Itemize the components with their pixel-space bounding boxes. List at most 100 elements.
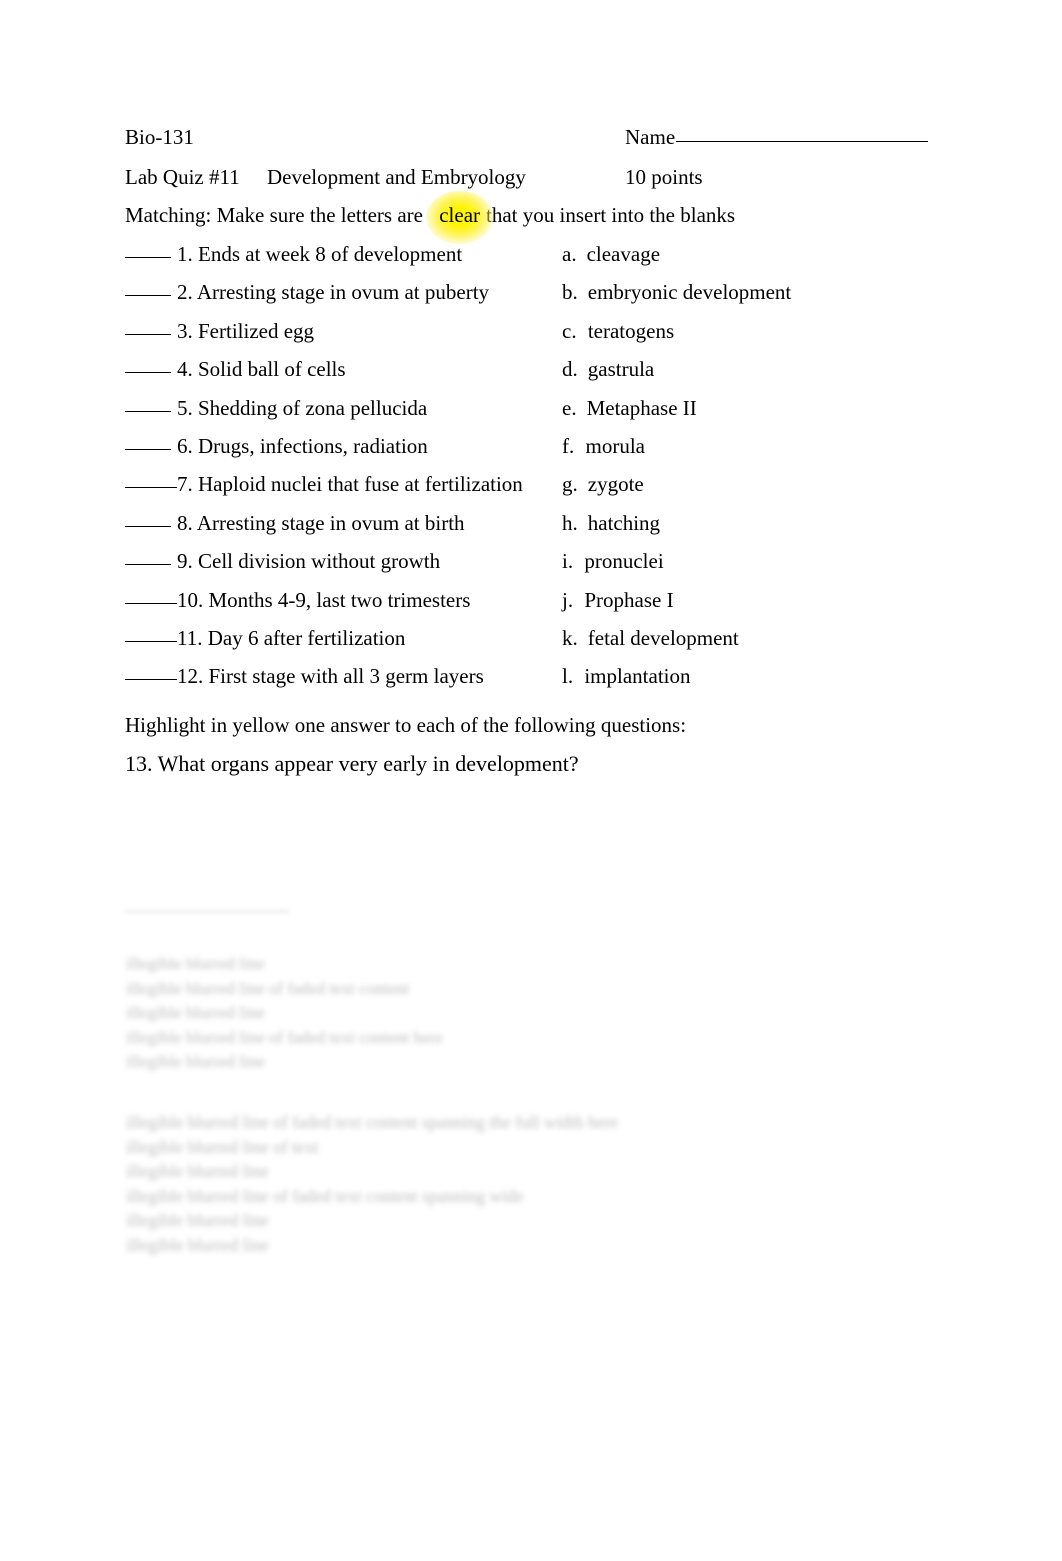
option-letter: g. bbox=[562, 472, 578, 497]
answer-blank-4[interactable] bbox=[125, 372, 171, 374]
match-item-text: Drugs, infections, radiation bbox=[198, 433, 428, 458]
option-i: i. pronuclei bbox=[562, 548, 664, 574]
answer-blank-2[interactable] bbox=[125, 295, 171, 297]
match-item-number: 6. bbox=[177, 433, 193, 458]
header-quiz-row: Lab Quiz #11 Development and Embryology … bbox=[125, 164, 955, 190]
match-item-8: 8. Arresting stage in ovum at birth bbox=[125, 510, 465, 536]
option-letter: b. bbox=[562, 280, 578, 305]
match-item-text: Solid ball of cells bbox=[198, 357, 346, 382]
match-row: 5. Shedding of zona pellucida e. Metaphas… bbox=[125, 395, 955, 433]
faded-line: illegible blurred line bbox=[126, 954, 265, 973]
option-a: a. cleavage bbox=[562, 241, 660, 267]
match-item-text: Arresting stage in ovum at birth bbox=[196, 510, 465, 535]
answer-blank-10[interactable] bbox=[125, 602, 177, 604]
option-text: zygote bbox=[587, 472, 644, 497]
match-item-7: 7. Haploid nuclei that fuse at fertiliza… bbox=[125, 471, 523, 497]
match-item-9: 9. Cell division without growth bbox=[125, 548, 440, 574]
match-item-4: 4. Solid ball of cells bbox=[125, 356, 346, 382]
match-item-text: Fertilized egg bbox=[198, 318, 315, 343]
highlighted-word-text: clear bbox=[439, 203, 481, 227]
match-item-text: Cell division without growth bbox=[198, 549, 441, 574]
matching-instructions-prefix: Matching: Make sure the letters are bbox=[125, 203, 423, 227]
question-13: 13. What organs appear very early in dev… bbox=[125, 751, 579, 776]
answer-blank-9[interactable] bbox=[125, 564, 171, 566]
match-item-number: 5. bbox=[177, 395, 193, 420]
option-letter: a. bbox=[562, 242, 577, 266]
course-code: Bio-131 bbox=[125, 125, 194, 149]
match-item-1: 1. Ends at week 8 of development bbox=[125, 241, 462, 267]
match-item-11: 11. Day 6 after fertilization bbox=[125, 625, 405, 651]
footnote-separator-rule bbox=[125, 911, 289, 912]
option-d: d. gastrula bbox=[562, 356, 654, 382]
match-item-text: Ends at week 8 of development bbox=[198, 242, 463, 266]
match-item-6: 6. Drugs, infections, radiation bbox=[125, 433, 428, 459]
faded-text-block-2: illegible blurred line of faded text con… bbox=[126, 1110, 618, 1257]
option-text: implantation bbox=[584, 664, 691, 689]
option-text: embryonic development bbox=[587, 280, 792, 305]
matching-instructions-suffix: that you insert into the blanks bbox=[486, 203, 736, 227]
quiz-number: Lab Quiz #11 bbox=[125, 165, 240, 189]
match-item-5: 5. Shedding of zona pellucida bbox=[125, 395, 427, 421]
answer-blank-6[interactable] bbox=[125, 448, 171, 450]
faded-line: illegible blurred line of faded text con… bbox=[126, 1027, 443, 1047]
option-text: pronuclei bbox=[584, 549, 664, 574]
name-field-group: Name bbox=[625, 124, 929, 150]
match-item-12: 12. First stage with all 3 germ layers bbox=[125, 663, 484, 689]
match-item-number: 9. bbox=[177, 549, 193, 574]
match-item-text: Shedding of zona pellucida bbox=[198, 395, 428, 420]
option-h: h. hatching bbox=[562, 510, 660, 536]
option-text: teratogens bbox=[587, 318, 675, 343]
match-item-number: 8. bbox=[177, 510, 193, 535]
option-letter: i. bbox=[562, 549, 574, 574]
option-text: Prophase I bbox=[584, 587, 674, 612]
faded-line: illegible blurred line bbox=[126, 1161, 269, 1181]
match-item-number: 11. bbox=[177, 625, 203, 650]
match-item-text: Haploid nuclei that fuse at fertilizatio… bbox=[198, 472, 523, 497]
match-row: 12. First stage with all 3 germ layers l… bbox=[125, 663, 955, 701]
highlighted-word-clear: clear bbox=[426, 191, 493, 244]
faded-line: illegible blurred line of text bbox=[126, 1136, 319, 1157]
match-item-number: 1. bbox=[177, 242, 193, 266]
answer-blank-8[interactable] bbox=[125, 525, 171, 527]
name-blank-line[interactable] bbox=[676, 141, 929, 142]
option-text: fetal development bbox=[587, 625, 739, 650]
answer-blank-7[interactable] bbox=[125, 487, 177, 489]
match-item-text: Months 4-9, last two trimesters bbox=[208, 587, 471, 612]
option-letter: h. bbox=[562, 510, 578, 535]
option-letter: k. bbox=[562, 625, 578, 650]
option-f: f. morula bbox=[562, 433, 645, 459]
option-letter: l. bbox=[562, 664, 574, 689]
match-row: 11. Day 6 after fertilization k. fetal de… bbox=[125, 625, 955, 663]
option-e: e. Metaphase II bbox=[562, 395, 697, 421]
match-row: 8. Arresting stage in ovum at birth h. ha… bbox=[125, 510, 955, 548]
matching-instructions: Matching: Make sure the letters are clea… bbox=[125, 191, 955, 244]
option-g: g. zygote bbox=[562, 471, 644, 497]
option-letter: f. bbox=[562, 433, 575, 458]
match-item-number: 2. bbox=[177, 280, 193, 305]
option-letter: c. bbox=[562, 318, 577, 343]
match-row: 10. Months 4-9, last two trimesters j. P… bbox=[125, 587, 955, 625]
quiz-topic: Development and Embryology bbox=[266, 165, 526, 189]
option-k: k. fetal development bbox=[562, 625, 739, 651]
match-item-3: 3. Fertilized egg bbox=[125, 318, 314, 344]
document-page: Bio-131 Name Lab Quiz #11 Development an… bbox=[0, 0, 1062, 1561]
faded-line: illegible blurred line bbox=[126, 1003, 265, 1022]
answer-blank-1[interactable] bbox=[125, 257, 171, 258]
match-row: 7. Haploid nuclei that fuse at fertiliza… bbox=[125, 471, 955, 509]
answer-blank-11[interactable] bbox=[125, 640, 177, 642]
answer-blank-12[interactable] bbox=[125, 679, 177, 681]
match-item-number: 12. bbox=[177, 664, 204, 689]
faded-line: illegible blurred line of faded text con… bbox=[126, 1112, 619, 1132]
match-item-number: 10. bbox=[177, 587, 204, 612]
answer-blank-5[interactable] bbox=[125, 410, 171, 412]
option-letter: j. bbox=[562, 587, 574, 612]
faded-text-block-1: illegible blurred line illegible blurred… bbox=[126, 952, 443, 1075]
option-text: morula bbox=[585, 433, 645, 458]
matching-section: 1. Ends at week 8 of development a. cleav… bbox=[125, 241, 955, 702]
option-text: gastrula bbox=[587, 357, 655, 382]
option-l: l. implantation bbox=[562, 663, 691, 689]
option-j: j. Prophase I bbox=[562, 587, 674, 613]
answer-blank-3[interactable] bbox=[125, 333, 171, 335]
match-row: 3. Fertilized egg c. teratogens bbox=[125, 318, 955, 356]
match-item-number: 3. bbox=[177, 318, 193, 343]
